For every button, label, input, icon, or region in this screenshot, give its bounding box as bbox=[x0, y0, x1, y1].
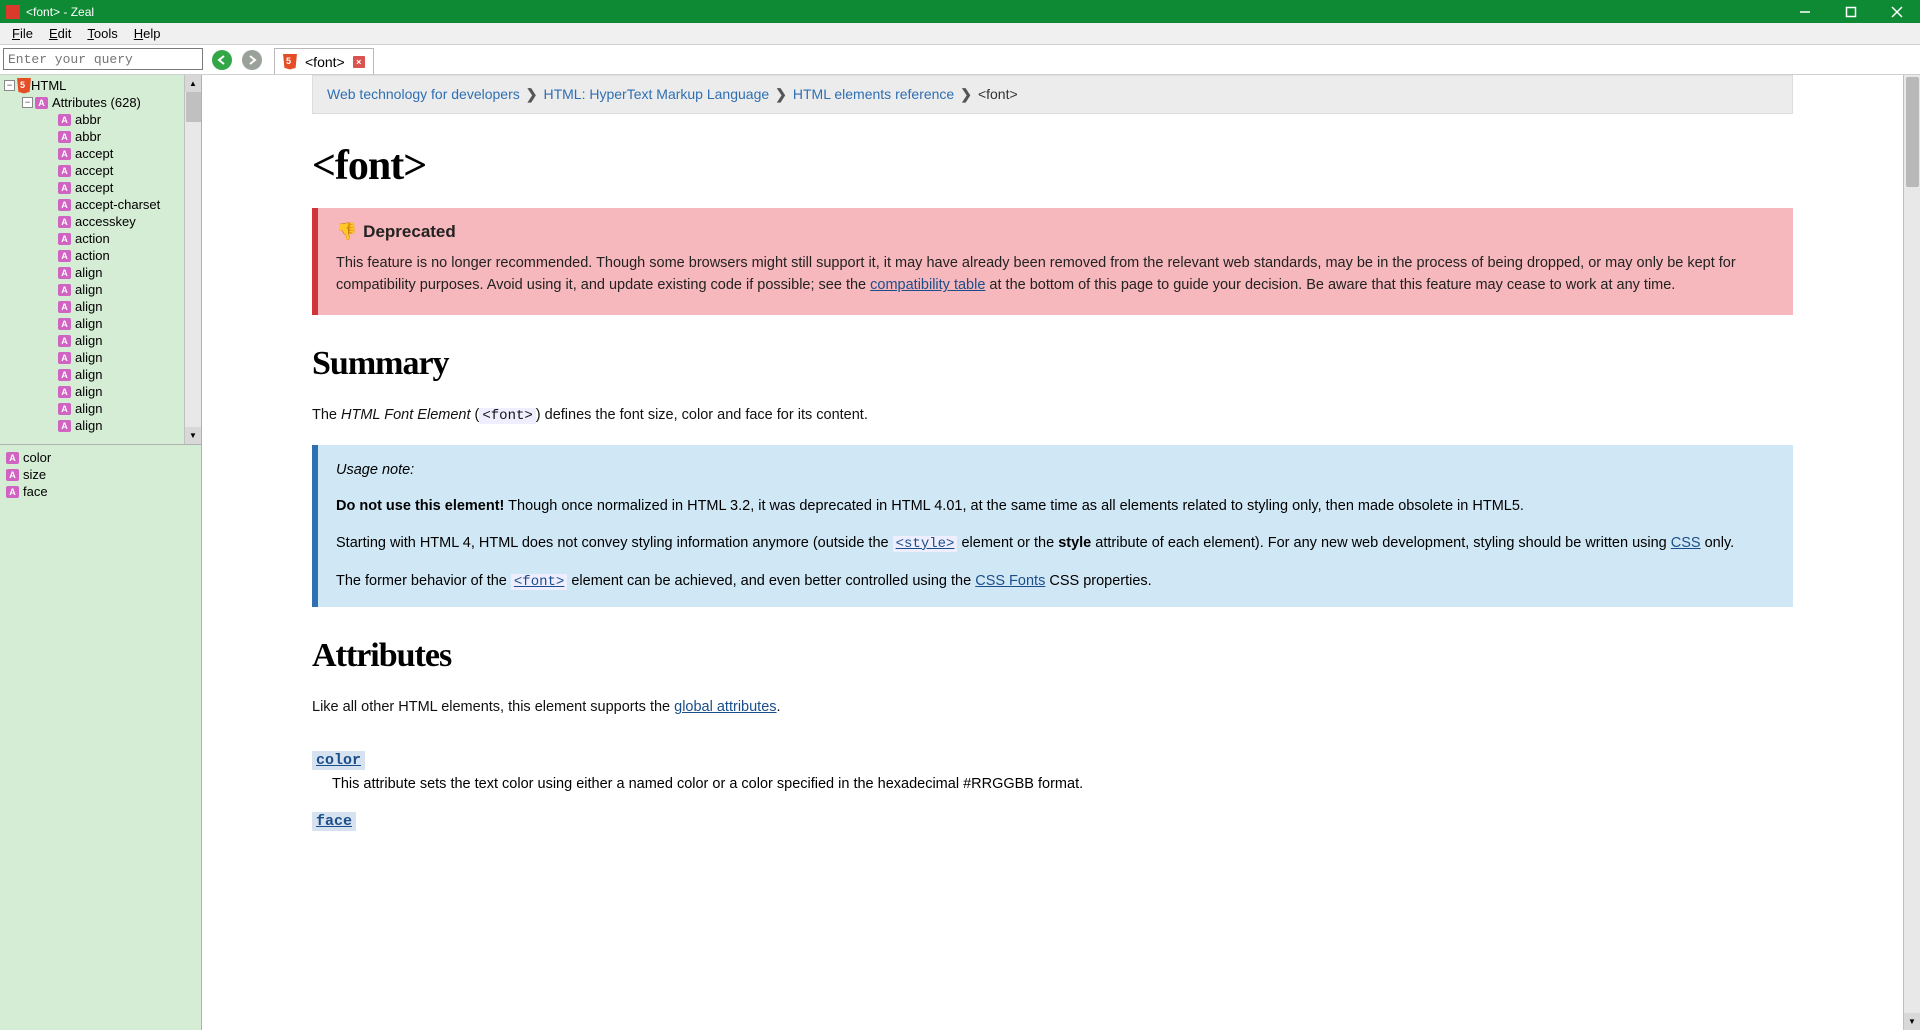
scroll-down-icon[interactable]: ▼ bbox=[185, 427, 201, 444]
minimize-button[interactable] bbox=[1782, 0, 1828, 23]
tree-item[interactable]: Aaccesskey bbox=[0, 213, 201, 230]
tree-item[interactable]: Aalign bbox=[0, 264, 201, 281]
content-scrollbar[interactable]: ▼ bbox=[1903, 75, 1920, 1030]
nav-forward-button[interactable] bbox=[242, 50, 262, 70]
breadcrumb: Web technology for developers❯HTML: Hype… bbox=[312, 75, 1793, 114]
content-scroll-down-icon[interactable]: ▼ bbox=[1904, 1013, 1920, 1030]
crumb-html[interactable]: HTML: HyperText Markup Language bbox=[543, 86, 769, 102]
tree-item[interactable]: Aalign bbox=[0, 417, 201, 434]
attr-color-desc: This attribute sets the text color using… bbox=[332, 776, 1793, 792]
docset-tree[interactable]: − HTML−AAttributes (628)AabbrAabbrAaccep… bbox=[0, 75, 201, 445]
compat-table-link[interactable]: compatibility table bbox=[870, 277, 985, 293]
page-attributes-list: AcolorAsizeAface bbox=[0, 445, 201, 1030]
tree-item[interactable]: Aalign bbox=[0, 383, 201, 400]
close-button[interactable] bbox=[1874, 0, 1920, 23]
tree-item[interactable]: Aalign bbox=[0, 315, 201, 332]
font-element-link[interactable]: <font> bbox=[511, 574, 567, 590]
tree-item[interactable]: − HTML bbox=[0, 77, 201, 94]
window-title: <font> - Zeal bbox=[26, 5, 1782, 19]
tree-scrollbar[interactable]: ▲ ▼ bbox=[184, 75, 201, 444]
app-icon bbox=[6, 5, 20, 19]
crumb-elements[interactable]: HTML elements reference bbox=[793, 86, 954, 102]
tree-item[interactable]: Aalign bbox=[0, 298, 201, 315]
tree-item[interactable]: −AAttributes (628) bbox=[0, 94, 201, 111]
thumbs-down-icon: 👎 bbox=[336, 222, 357, 242]
tree-item[interactable]: Aaction bbox=[0, 230, 201, 247]
attributes-intro: Like all other HTML elements, this eleme… bbox=[312, 697, 1793, 719]
attr-color-name[interactable]: color bbox=[312, 751, 365, 770]
local-attr-item[interactable]: Asize bbox=[2, 466, 199, 483]
tree-item[interactable]: Aalign bbox=[0, 281, 201, 298]
nav-back-button[interactable] bbox=[212, 50, 232, 70]
attr-face-name[interactable]: face bbox=[312, 812, 356, 831]
scroll-up-icon[interactable]: ▲ bbox=[185, 75, 201, 92]
css-fonts-link[interactable]: CSS Fonts bbox=[975, 573, 1045, 589]
toolbar: <font> × bbox=[0, 45, 1920, 75]
tree-item[interactable]: Aabbr bbox=[0, 111, 201, 128]
tree-item[interactable]: Aaction bbox=[0, 247, 201, 264]
scroll-thumb[interactable] bbox=[186, 92, 201, 122]
local-attr-item[interactable]: Acolor bbox=[2, 449, 199, 466]
heading-attributes: Attributes bbox=[312, 637, 1793, 675]
usage-note: Usage note: Do not use this element! Tho… bbox=[312, 445, 1793, 607]
crumb-current: <font> bbox=[978, 86, 1018, 102]
tree-item[interactable]: Aaccept-charset bbox=[0, 196, 201, 213]
menu-edit[interactable]: Edit bbox=[41, 24, 79, 43]
tab-label: <font> bbox=[305, 54, 345, 70]
menu-help[interactable]: Help bbox=[126, 24, 169, 43]
doc-tab-font[interactable]: <font> × bbox=[274, 48, 374, 74]
heading-summary: Summary bbox=[312, 345, 1793, 383]
content-scroll-thumb[interactable] bbox=[1906, 77, 1919, 187]
page-title: <font> bbox=[312, 142, 1793, 190]
crumb-webtech[interactable]: Web technology for developers bbox=[327, 86, 520, 102]
deprecated-banner: 👎Deprecated This feature is no longer re… bbox=[312, 208, 1793, 315]
tab-close-icon[interactable]: × bbox=[353, 56, 365, 68]
tree-item[interactable]: Aaccept bbox=[0, 145, 201, 162]
menu-tools[interactable]: Tools bbox=[79, 24, 125, 43]
tree-item[interactable]: Aaccept bbox=[0, 179, 201, 196]
css-link[interactable]: CSS bbox=[1671, 535, 1701, 551]
menu-file[interactable]: File bbox=[4, 24, 41, 43]
tree-item[interactable]: Aalign bbox=[0, 349, 201, 366]
html5-icon bbox=[283, 54, 297, 70]
local-attr-item[interactable]: Aface bbox=[2, 483, 199, 500]
menu-bar: File Edit Tools Help bbox=[0, 23, 1920, 45]
global-attributes-link[interactable]: global attributes bbox=[674, 699, 776, 715]
tab-strip: <font> × bbox=[268, 45, 374, 74]
html5-icon bbox=[17, 78, 31, 94]
tree-item[interactable]: Aabbr bbox=[0, 128, 201, 145]
tree-item[interactable]: Aalign bbox=[0, 332, 201, 349]
tree-item[interactable]: Aalign bbox=[0, 366, 201, 383]
style-element-link[interactable]: <style> bbox=[893, 536, 958, 552]
title-bar: <font> - Zeal bbox=[0, 0, 1920, 23]
search-input[interactable] bbox=[3, 48, 203, 70]
maximize-button[interactable] bbox=[1828, 0, 1874, 23]
tree-item[interactable]: Aaccept bbox=[0, 162, 201, 179]
content-pane: Web technology for developers❯HTML: Hype… bbox=[202, 75, 1920, 1030]
sidebar: − HTML−AAttributes (628)AabbrAabbrAaccep… bbox=[0, 75, 202, 1030]
summary-text: The HTML Font Element (<font>) defines t… bbox=[312, 405, 1793, 427]
tree-item[interactable]: Aalign bbox=[0, 400, 201, 417]
